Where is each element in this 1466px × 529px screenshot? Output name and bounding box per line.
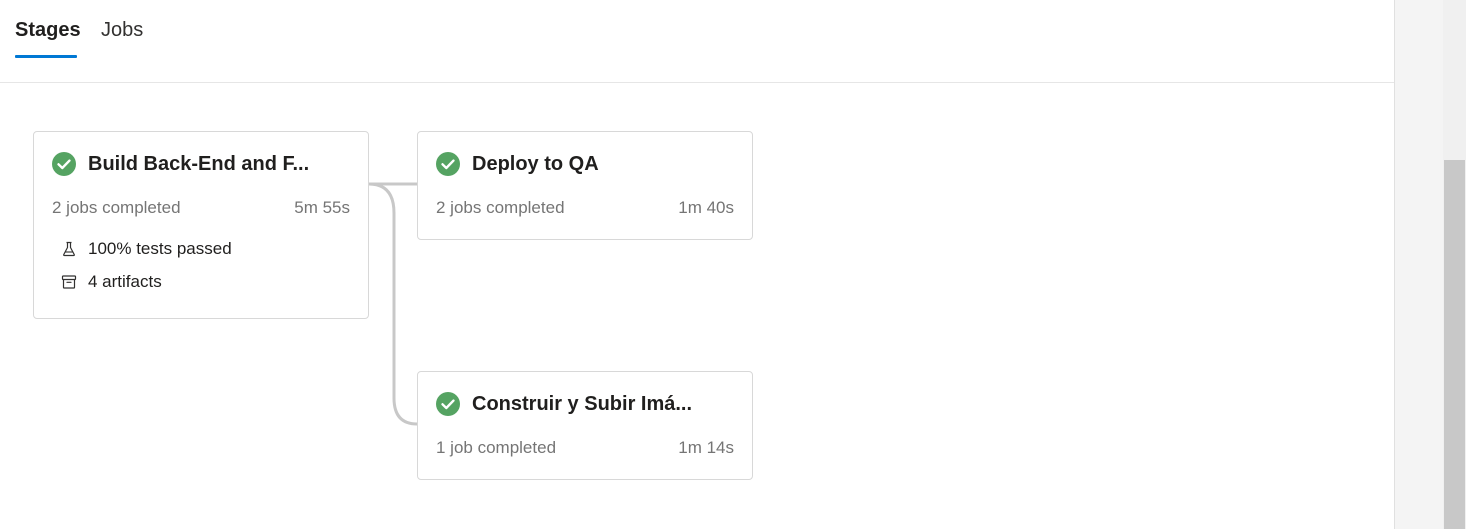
stage-title-row: Deploy to QA — [436, 151, 734, 177]
stage-duration: 5m 55s — [294, 198, 350, 217]
stage-meta: 2 jobs completed 5m 55s — [52, 198, 350, 218]
tests-summary[interactable]: 100% tests passed — [60, 239, 232, 259]
jobs-completed: 1 job completed — [436, 438, 557, 457]
artifacts-label: 4 artifacts — [88, 272, 162, 291]
stage-title-row: Build Back-End and F... — [52, 151, 350, 177]
stage-card-build[interactable]: Build Back-End and F... 2 jobs completed… — [33, 131, 369, 319]
jobs-completed: 2 jobs completed — [52, 198, 181, 217]
stage-card-construir[interactable]: Construir y Subir Imá... 1 job completed… — [417, 371, 753, 480]
archive-icon — [61, 275, 77, 289]
stages-canvas: Build Back-End and F... 2 jobs completed… — [0, 83, 1394, 529]
stage-title: Construir y Subir Imá... — [472, 392, 693, 415]
jobs-completed: 2 jobs completed — [436, 198, 565, 217]
stage-meta: 1 job completed 1m 14s — [436, 438, 734, 458]
tests-passed-label: 100% tests passed — [88, 239, 232, 258]
check-circle-icon — [52, 152, 76, 176]
stage-duration: 1m 14s — [678, 438, 734, 457]
flask-icon — [63, 241, 75, 257]
artifacts-summary[interactable]: 4 artifacts — [60, 272, 162, 292]
stage-meta: 2 jobs completed 1m 40s — [436, 198, 734, 218]
pipeline-run-panel: Stages Jobs Build Back-End and F... 2 jo… — [0, 0, 1394, 529]
check-circle-icon — [436, 152, 460, 176]
scrollbar-thumb[interactable] — [1444, 160, 1465, 529]
stage-title: Deploy to QA — [472, 152, 599, 175]
stage-title: Build Back-End and F... — [88, 152, 310, 175]
tab-stages[interactable]: Stages — [15, 15, 81, 58]
check-circle-icon — [436, 392, 460, 416]
stage-title-row: Construir y Subir Imá... — [436, 391, 734, 417]
active-tab-indicator — [15, 55, 77, 58]
stage-duration: 1m 40s — [678, 198, 734, 217]
stage-card-deploy-qa[interactable]: Deploy to QA 2 jobs completed 1m 40s — [417, 131, 753, 240]
tab-jobs[interactable]: Jobs — [101, 15, 143, 58]
tab-bar: Stages Jobs — [0, 0, 1394, 83]
